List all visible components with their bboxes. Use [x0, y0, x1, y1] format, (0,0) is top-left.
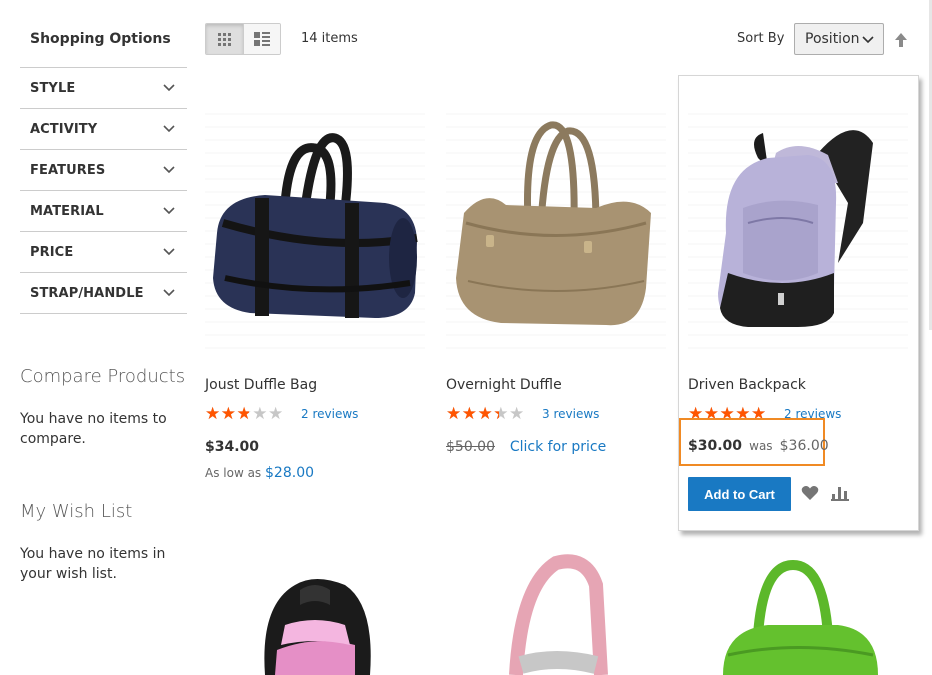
filter-label: STYLE	[30, 80, 76, 96]
sort-by-select[interactable]: Position	[794, 23, 884, 55]
star-rating: ★★★★★ ★★★★★	[446, 403, 525, 424]
backpack-image	[718, 130, 873, 327]
chevron-down-icon	[163, 84, 175, 92]
reviews-link[interactable]: 2 reviews	[301, 407, 358, 421]
product-price: $50.00 Click for price	[446, 439, 606, 455]
sling-bag-image	[446, 545, 666, 675]
reviews-link[interactable]: 3 reviews	[542, 407, 599, 421]
product-image[interactable]	[446, 113, 666, 357]
green-bag-image	[688, 545, 908, 675]
chevron-down-icon	[862, 36, 874, 44]
filter-label: ACTIVITY	[30, 121, 98, 137]
duffle-bag-image	[213, 133, 418, 318]
click-for-price-link[interactable]: Click for price	[510, 439, 606, 455]
filter-label: STRAP/HANDLE	[30, 285, 144, 301]
view-mode-switcher	[205, 23, 281, 55]
old-price: $50.00	[446, 439, 495, 455]
filter-label: MATERIAL	[30, 203, 104, 219]
product-image[interactable]	[205, 113, 425, 357]
compare-products-title: Compare Products	[20, 366, 186, 387]
grid-icon	[217, 33, 231, 46]
as-low-as-price: $28.00	[265, 465, 315, 481]
chevron-down-icon	[163, 289, 175, 297]
product-rating: ★★★★★ ★★★★★ 2 reviews	[205, 405, 358, 423]
filter-strap-handle[interactable]: STRAP/HANDLE	[20, 273, 187, 314]
filter-features[interactable]: FEATURES	[20, 150, 187, 191]
filter-price[interactable]: PRICE	[20, 232, 187, 273]
product-name[interactable]: Driven Backpack	[688, 377, 806, 393]
item-count: 14 items	[301, 31, 358, 46]
duffle-bag-image	[456, 121, 651, 326]
product-price-box: $30.00 was $36.00	[688, 435, 829, 454]
list-icon	[254, 32, 270, 46]
heart-icon[interactable]	[801, 485, 819, 501]
was-label: was	[749, 439, 773, 453]
arrow-up-icon[interactable]	[893, 31, 909, 49]
filter-activity[interactable]: ACTIVITY	[20, 109, 187, 150]
chevron-down-icon	[163, 207, 175, 215]
filter-material[interactable]: MATERIAL	[20, 191, 187, 232]
as-low-as-label: As low as	[205, 466, 262, 480]
product-image[interactable]	[688, 113, 908, 357]
grid-view-button[interactable]	[206, 24, 243, 54]
filter-style[interactable]: STYLE	[20, 68, 187, 109]
filter-label: PRICE	[30, 244, 74, 260]
product-price: $34.00	[205, 439, 260, 455]
product-name[interactable]: Overnight Duffle	[446, 377, 562, 393]
compare-products-empty-text: You have no items to compare.	[20, 411, 167, 447]
backpack-image	[205, 545, 425, 675]
star-rating: ★★★★★ ★★★★★	[205, 403, 284, 424]
chevron-down-icon	[163, 248, 175, 256]
sort-by-value: Position	[805, 31, 860, 47]
filter-list: STYLE ACTIVITY FEATURES MATERIAL PRICE S…	[20, 67, 187, 314]
chevron-down-icon	[163, 125, 175, 133]
special-price: $30.00	[688, 438, 743, 454]
chevron-down-icon	[163, 166, 175, 174]
shopping-options-title: Shopping Options	[30, 31, 171, 47]
as-low-as: As low as $28.00	[205, 465, 314, 481]
regular-price: $36.00	[779, 438, 829, 454]
wish-list-empty-text: You have no items in your wish list.	[20, 546, 166, 582]
list-view-button[interactable]	[243, 24, 280, 54]
add-to-cart-button[interactable]: Add to Cart	[688, 477, 791, 511]
product-name[interactable]: Joust Duffle Bag	[205, 377, 317, 393]
wish-list-title: My Wish List	[20, 501, 133, 522]
bar-chart-icon[interactable]	[831, 485, 849, 501]
filter-label: FEATURES	[30, 162, 106, 178]
product-rating: ★★★★★ ★★★★★ 3 reviews	[446, 405, 599, 423]
sort-by-label: Sort By	[737, 31, 785, 46]
